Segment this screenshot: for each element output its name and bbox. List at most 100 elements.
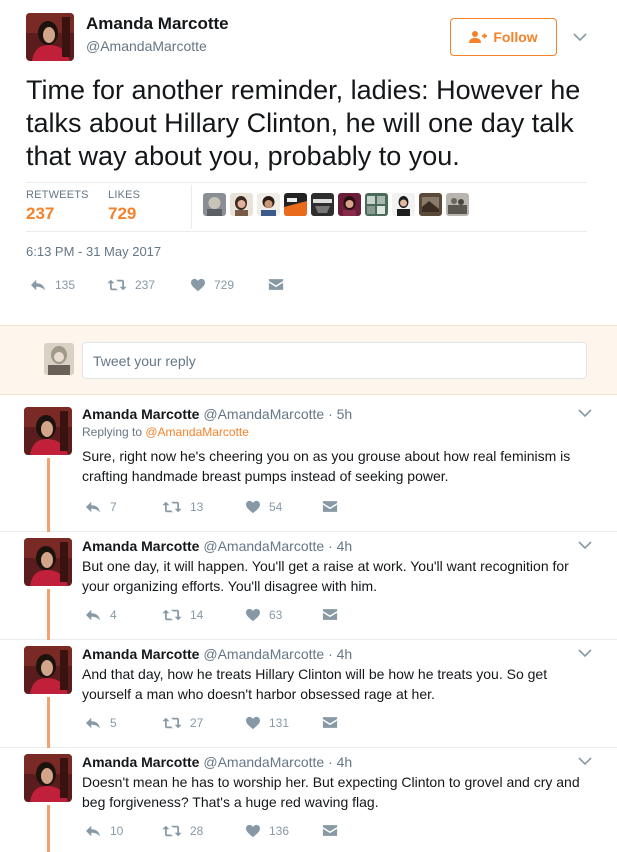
like-action[interactable]: 131	[245, 716, 289, 730]
author-avatar[interactable]	[26, 13, 74, 61]
heart-icon	[245, 824, 261, 838]
like-action[interactable]: 729	[190, 278, 234, 292]
thread-tweet[interactable]: Amanda Marcotte @AmandaMarcotte · 4h Doe…	[0, 748, 617, 852]
retweet-action[interactable]: 237	[107, 278, 155, 292]
liker-avatar[interactable]	[419, 193, 442, 216]
author-screen-name[interactable]: @AmandaMarcotte	[86, 38, 207, 54]
tweet-header: Amanda Marcotte @AmandaMarcotte · 4h	[82, 538, 352, 554]
direct-message-action[interactable]	[322, 500, 338, 513]
liker-avatar[interactable]	[284, 193, 307, 216]
author-avatar[interactable]	[24, 538, 72, 586]
replying-to-handle[interactable]: @AmandaMarcotte	[145, 425, 249, 439]
chevron-down-icon[interactable]	[573, 32, 587, 42]
author-name[interactable]: Amanda Marcotte	[82, 646, 199, 662]
liker-avatar[interactable]	[446, 193, 469, 216]
reply-count: 10	[110, 824, 124, 838]
retweets-label: RETWEETS	[26, 189, 89, 201]
reply-placeholder: Tweet your reply	[93, 352, 196, 369]
author-handle[interactable]: @AmandaMarcotte	[203, 406, 324, 422]
thread-tweet[interactable]: Amanda Marcotte @AmandaMarcotte · 5h Rep…	[0, 396, 617, 532]
author-display-name[interactable]: Amanda Marcotte	[86, 14, 229, 34]
like-action[interactable]: 63	[245, 608, 282, 622]
author-name[interactable]: Amanda Marcotte	[82, 538, 199, 554]
retweet-count: 237	[135, 278, 156, 292]
tweet-timestamp[interactable]: 6:13 PM - 31 May 2017	[26, 244, 161, 259]
direct-message-action[interactable]	[268, 278, 284, 291]
direct-message-action[interactable]	[322, 824, 338, 837]
retweet-action[interactable]: 27	[162, 716, 203, 730]
like-count: 54	[269, 500, 283, 514]
mail-icon	[322, 824, 338, 837]
tweet-header: Amanda Marcotte @AmandaMarcotte · 4h	[82, 646, 352, 662]
tweet-time[interactable]: · 4h	[328, 538, 352, 554]
mail-icon	[322, 500, 338, 513]
liker-avatar[interactable]	[203, 193, 226, 216]
retweet-icon	[107, 278, 127, 292]
liker-avatar[interactable]	[311, 193, 334, 216]
liker-avatar[interactable]	[392, 193, 415, 216]
tweet-text: Sure, right now he's cheering you on as …	[82, 448, 571, 484]
retweet-action[interactable]: 28	[162, 824, 203, 838]
reply-action[interactable]: 10	[84, 824, 123, 838]
retweet-action[interactable]: 13	[162, 500, 203, 514]
tweet-text: Doesn't mean he has to worship her. But …	[82, 774, 580, 810]
author-avatar[interactable]	[24, 754, 72, 802]
author-handle[interactable]: @AmandaMarcotte	[203, 754, 324, 770]
author-name[interactable]: Amanda Marcotte	[82, 754, 199, 770]
liker-avatars	[203, 193, 469, 216]
like-action[interactable]: 136	[245, 824, 289, 838]
heart-icon	[190, 278, 206, 292]
reply-icon	[84, 716, 102, 730]
thread-tweet[interactable]: Amanda Marcotte @AmandaMarcotte · 4h But…	[0, 532, 617, 640]
reply-action[interactable]: 7	[84, 500, 117, 514]
liker-avatar[interactable]	[365, 193, 388, 216]
retweets-count[interactable]: 237	[26, 204, 54, 224]
heart-icon	[245, 500, 261, 514]
tweet-text: And that day, how he treats Hillary Clin…	[82, 666, 548, 702]
chevron-down-icon[interactable]	[578, 408, 592, 418]
tweet-time[interactable]: · 5h	[328, 406, 352, 422]
reply-input[interactable]: Tweet your reply	[82, 342, 587, 379]
liker-avatar[interactable]	[257, 193, 280, 216]
reply-count: 5	[110, 716, 117, 730]
mail-icon	[322, 608, 338, 621]
liker-avatar[interactable]	[230, 193, 253, 216]
retweet-icon	[162, 500, 182, 514]
likes-count[interactable]: 729	[108, 204, 136, 224]
direct-message-action[interactable]	[322, 608, 338, 621]
reply-action[interactable]: 5	[84, 716, 117, 730]
current-user-avatar[interactable]	[44, 343, 74, 375]
tweet-time[interactable]: · 4h	[328, 754, 352, 770]
reply-icon	[84, 500, 102, 514]
liker-avatar[interactable]	[338, 193, 361, 216]
reply-action[interactable]: 135	[29, 278, 75, 292]
author-avatar[interactable]	[24, 407, 72, 455]
add-user-icon	[469, 31, 488, 43]
main-tweet: Amanda Marcotte @AmandaMarcotte Follow T…	[0, 0, 617, 325]
tweet-header: Amanda Marcotte @AmandaMarcotte · 4h	[82, 754, 352, 770]
retweet-action[interactable]: 14	[162, 608, 203, 622]
like-action[interactable]: 54	[245, 500, 282, 514]
retweet-count: 14	[190, 608, 204, 622]
retweet-icon	[162, 716, 182, 730]
tweet-time[interactable]: · 4h	[328, 646, 352, 662]
author-avatar[interactable]	[24, 646, 72, 694]
reply-action[interactable]: 4	[84, 608, 117, 622]
reply-icon	[29, 278, 47, 292]
chevron-down-icon[interactable]	[578, 540, 592, 550]
replying-to: Replying to @AmandaMarcotte	[82, 425, 249, 439]
thread-connector	[47, 589, 50, 640]
author-name[interactable]: Amanda Marcotte	[82, 406, 199, 422]
follow-button[interactable]: Follow	[450, 18, 557, 56]
author-handle[interactable]: @AmandaMarcotte	[203, 646, 324, 662]
chevron-down-icon[interactable]	[578, 756, 592, 766]
thread-tweet[interactable]: Amanda Marcotte @AmandaMarcotte · 4h And…	[0, 640, 617, 748]
reply-count: 135	[55, 278, 76, 292]
like-count: 729	[214, 278, 235, 292]
direct-message-action[interactable]	[322, 716, 338, 729]
heart-icon	[245, 608, 261, 622]
author-handle[interactable]: @AmandaMarcotte	[203, 538, 324, 554]
mail-icon	[322, 716, 338, 729]
reply-icon	[84, 608, 102, 622]
chevron-down-icon[interactable]	[578, 648, 592, 658]
